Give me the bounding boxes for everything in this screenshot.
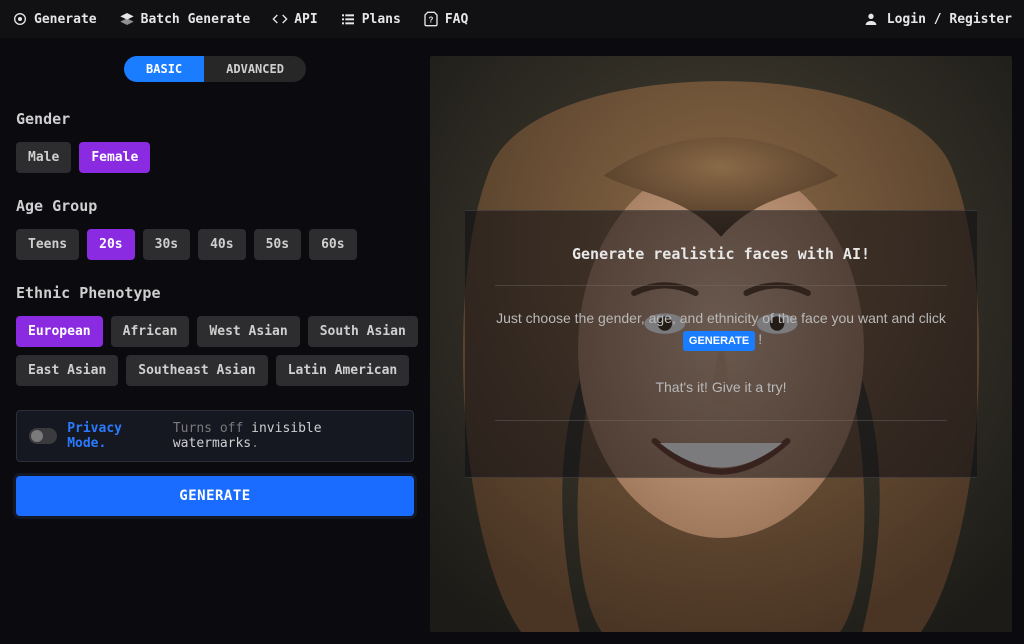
overlay-line1: Just choose the gender, age, and ethnici…: [495, 308, 947, 352]
tab-advanced[interactable]: ADVANCED: [204, 56, 306, 82]
nav-plans[interactable]: Plans: [340, 11, 401, 27]
age-teens[interactable]: Teens: [16, 229, 79, 260]
gender-title: Gender: [16, 110, 418, 128]
nav-faq-label: FAQ: [445, 12, 468, 27]
overlay-headline: Generate realistic faces with AI!: [495, 245, 947, 263]
privacy-desc-prefix: Turns off: [173, 421, 251, 436]
privacy-toggle[interactable]: [29, 428, 57, 444]
eth-european[interactable]: European: [16, 316, 103, 347]
code-icon: [272, 11, 288, 27]
svg-text:?: ?: [428, 15, 433, 24]
top-nav: Generate Batch Generate API Plans ? FAQ: [0, 0, 1024, 38]
login-label: Login / Register: [887, 12, 1012, 27]
privacy-panel: Privacy Mode. Turns off invisible waterm…: [16, 410, 414, 462]
list-icon: [340, 11, 356, 27]
nav-generate-label: Generate: [34, 12, 97, 27]
ethnicity-chips: European African West Asian South Asian …: [12, 316, 418, 386]
age-chips: Teens 20s 30s 40s 50s 60s: [12, 229, 418, 260]
age-60s[interactable]: 60s: [309, 229, 356, 260]
gender-male[interactable]: Male: [16, 142, 71, 173]
main: BASIC ADVANCED Gender Male Female Age Gr…: [0, 38, 1024, 644]
privacy-desc-suffix: .: [251, 436, 259, 451]
ethnicity-title: Ethnic Phenotype: [16, 284, 418, 302]
preview-area: Generate realistic faces with AI! Just c…: [430, 38, 1024, 644]
eth-southeast-asian[interactable]: Southeast Asian: [126, 355, 267, 386]
overlay-generate-badge[interactable]: GENERATE: [683, 331, 755, 352]
eth-south-asian[interactable]: South Asian: [308, 316, 418, 347]
gender-chips: Male Female: [12, 142, 418, 173]
nav-faq[interactable]: ? FAQ: [423, 11, 468, 27]
overlay-line1-text: Just choose the gender, age, and ethnici…: [496, 310, 946, 326]
overlay-line2: That's it! Give it a try!: [495, 377, 947, 398]
age-title: Age Group: [16, 197, 418, 215]
eth-west-asian[interactable]: West Asian: [197, 316, 299, 347]
nav-generate[interactable]: Generate: [12, 11, 97, 27]
eye-icon: [12, 11, 28, 27]
privacy-desc: Turns off invisible watermarks.: [173, 421, 401, 451]
nav-batch-label: Batch Generate: [141, 12, 251, 27]
help-icon: ?: [423, 11, 439, 27]
age-20s[interactable]: 20s: [87, 229, 134, 260]
preview-box: Generate realistic faces with AI! Just c…: [430, 56, 1012, 632]
divider: [495, 420, 947, 421]
nav-plans-label: Plans: [362, 12, 401, 27]
login-register[interactable]: Login / Register: [863, 11, 1012, 27]
nav-api-label: API: [294, 12, 317, 27]
nav-api[interactable]: API: [272, 11, 317, 27]
privacy-label: Privacy Mode.: [67, 421, 163, 451]
eth-latin-american[interactable]: Latin American: [276, 355, 410, 386]
overlay-line1-suffix: !: [758, 331, 762, 347]
age-30s[interactable]: 30s: [143, 229, 190, 260]
tab-basic[interactable]: BASIC: [124, 56, 204, 82]
divider: [495, 285, 947, 286]
nav-left: Generate Batch Generate API Plans ? FAQ: [12, 11, 468, 27]
eth-east-asian[interactable]: East Asian: [16, 355, 118, 386]
eth-african[interactable]: African: [111, 316, 190, 347]
age-40s[interactable]: 40s: [198, 229, 245, 260]
stack-icon: [119, 11, 135, 27]
age-50s[interactable]: 50s: [254, 229, 301, 260]
nav-batch[interactable]: Batch Generate: [119, 11, 251, 27]
intro-overlay: Generate realistic faces with AI! Just c…: [465, 210, 977, 479]
mode-tabs: BASIC ADVANCED: [12, 56, 418, 82]
user-icon: [863, 11, 879, 27]
gender-female[interactable]: Female: [79, 142, 150, 173]
controls-sidebar: BASIC ADVANCED Gender Male Female Age Gr…: [0, 38, 430, 644]
generate-button[interactable]: GENERATE: [16, 476, 414, 516]
